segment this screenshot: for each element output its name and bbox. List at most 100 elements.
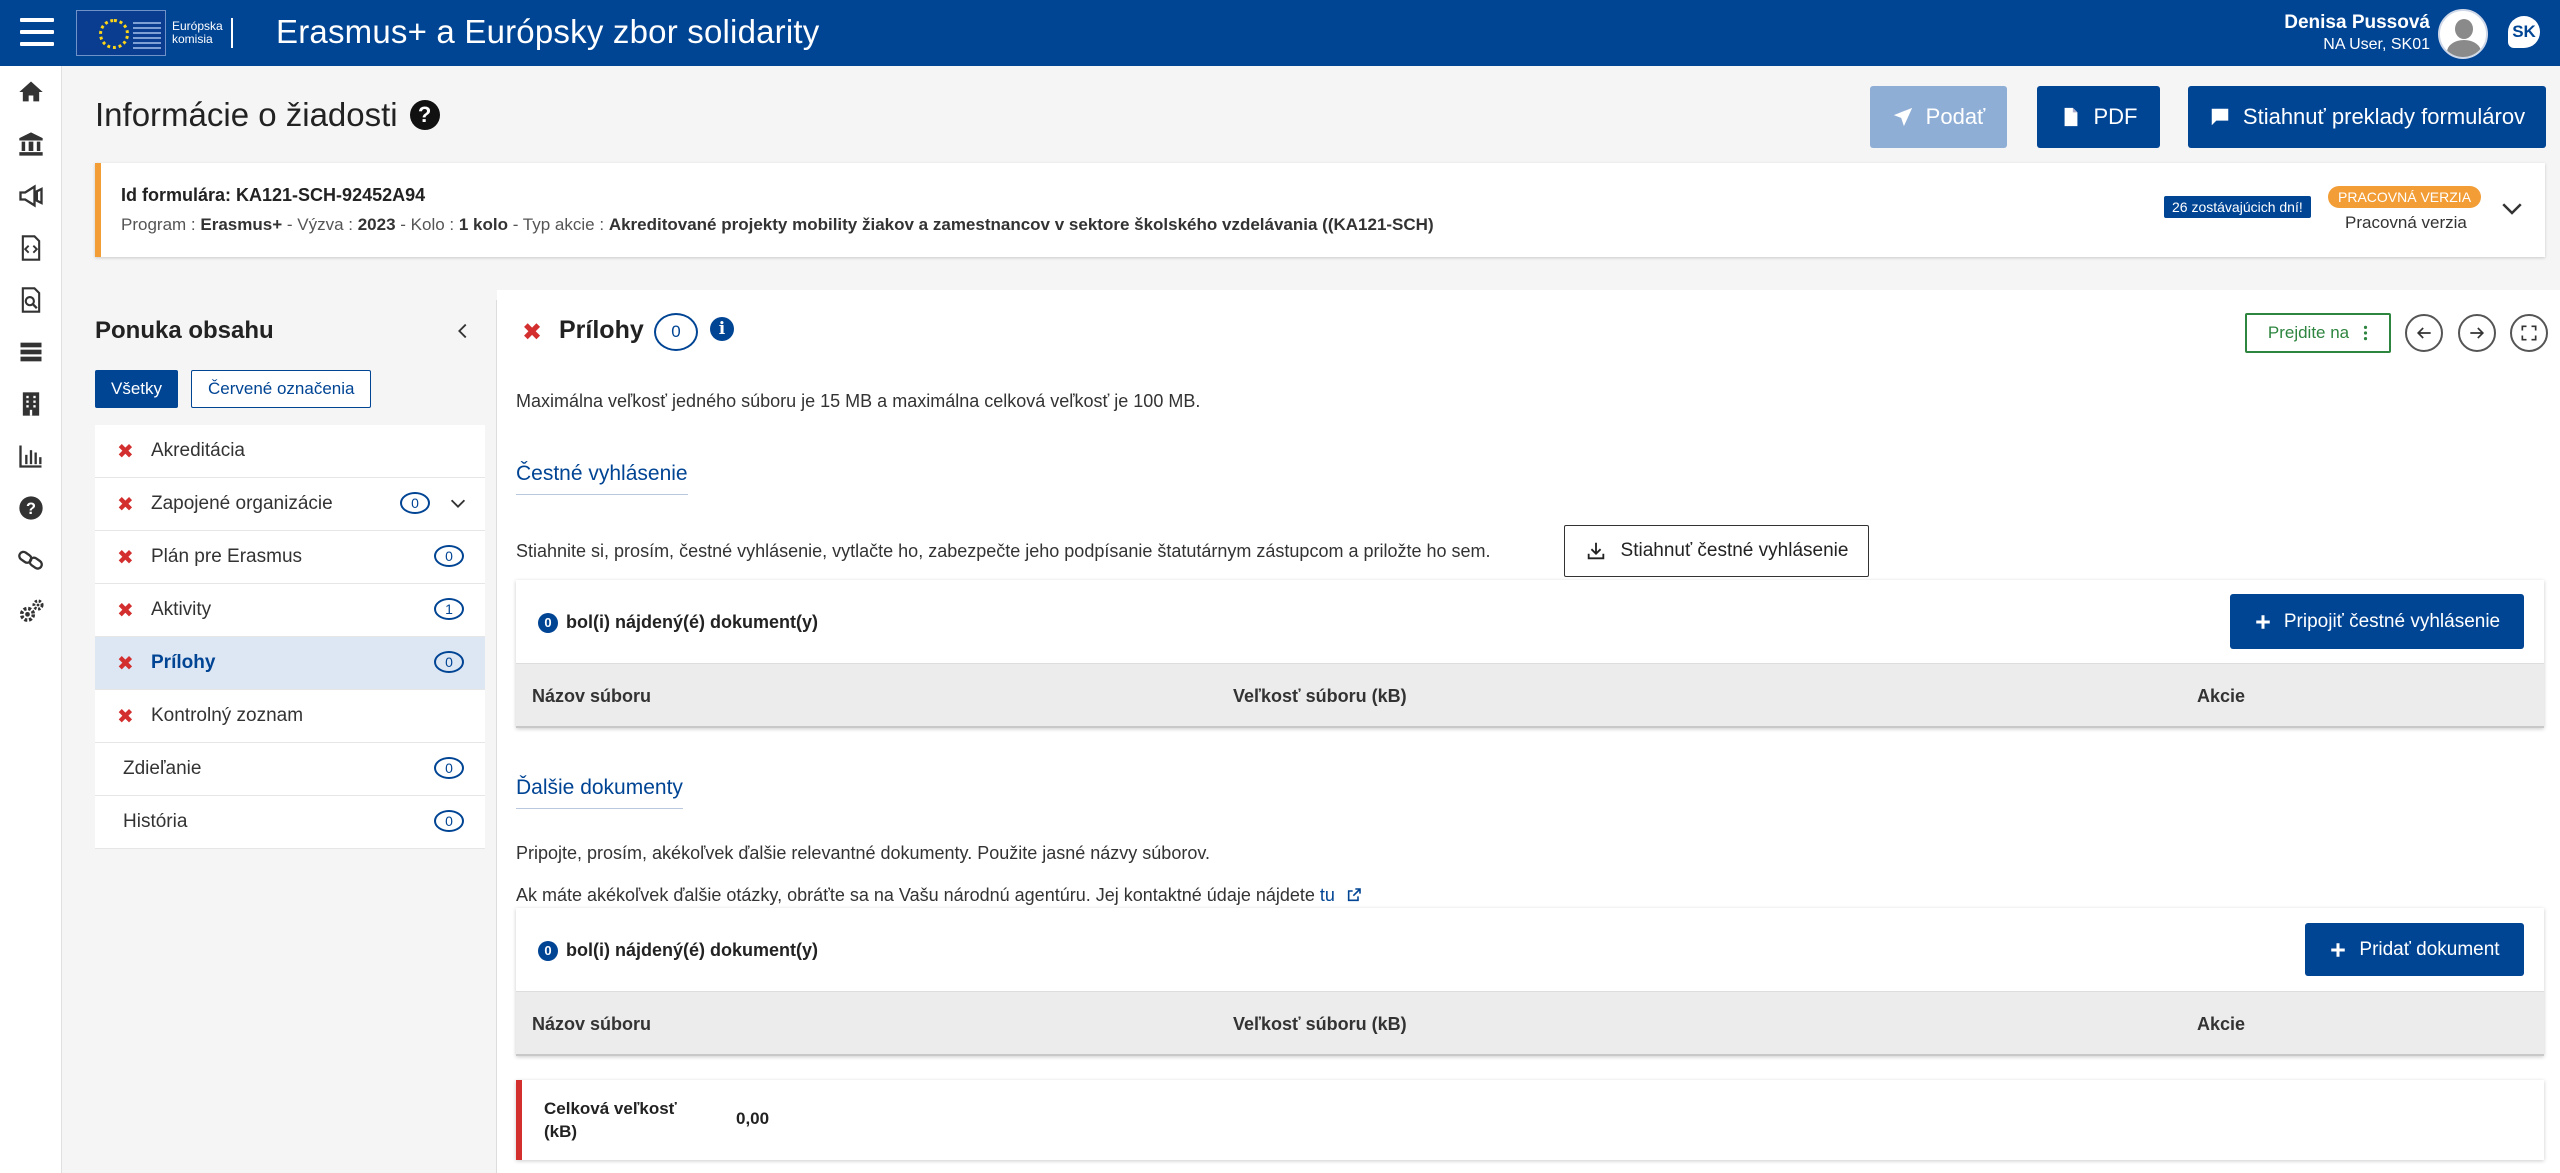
column-file-name[interactable]: Názov súboru [532,1014,651,1035]
help-icon[interactable]: ? [0,482,62,534]
logo-text: Európska komisia [172,18,233,48]
count-badge: 0 [400,492,430,514]
pdf-button[interactable]: PDF [2037,86,2160,148]
count-badge: 0 [434,757,464,779]
top-bar: Európska komisia Erasmus+ a Európsky zbo… [0,0,2560,66]
previous-section-button[interactable] [2405,314,2443,352]
total-size-label: Celková veľkosť (kB) [544,1099,677,1141]
section-title: Prílohy [559,316,644,344]
filter-red-flags-button[interactable]: Červené označenia [191,370,372,408]
menu-item-erasmus-plan[interactable]: ✖ Plán pre Erasmus 0 [95,531,485,584]
link-icon[interactable] [0,534,62,586]
plus-icon [2256,614,2270,629]
action-type-label: - Typ akcie : [512,215,605,234]
goto-button[interactable]: Prejdite na [2245,313,2391,353]
user-name: Denisa Pussová [2284,12,2430,33]
user-role: NA User, SK01 [2323,36,2430,53]
menu-item-sharing[interactable]: Zdieľanie 0 [95,743,485,796]
attach-declaration-label: Pripojiť čestné vyhlásenie [2283,610,2501,632]
column-actions: Akcie [2197,1014,2246,1034]
user-info[interactable]: Denisa Pussová NA User, SK01 [2284,12,2430,54]
program-value: Erasmus+ [200,215,283,234]
download-translations-button[interactable]: Stiahnuť preklady formulárov [2188,86,2546,148]
other-documents-title[interactable]: Ďalšie dokumenty [516,776,683,809]
menu-item-activities[interactable]: ✖ Aktivity 1 [95,584,485,637]
column-file-size[interactable]: Veľkosť súboru (kB) [1233,1014,1407,1035]
list-icon[interactable] [0,326,62,378]
menu-item-label: História [123,811,188,832]
column-actions: Akcie [2197,686,2246,706]
menu-item-label: Zdieľanie [123,758,202,779]
declaration-instructions: Stiahnite si, prosím, čestné vyhlásenie,… [516,541,1491,561]
settings-icon[interactable] [0,586,62,638]
content-menu-title: Ponuka obsahu [95,317,274,344]
declaration-documents-table: 0 bol(i) nájdený(é) dokument(y) Pripojiť… [516,580,2544,728]
language-selector[interactable]: SK [2508,16,2540,48]
other-documents-table: 0 bol(i) nájdený(é) dokument(y) Pridať d… [516,908,2544,1056]
fullscreen-button[interactable] [2510,314,2548,352]
european-commission-logo[interactable]: Európska komisia [76,10,233,56]
error-icon: ✖ [117,705,134,728]
total-size-value: 0,00 [736,1109,770,1128]
megaphone-icon[interactable] [0,170,62,222]
days-remaining-badge: 26 zostávajúcich dní! [2164,196,2311,218]
help-circle-icon[interactable]: ? [409,100,440,130]
count-badge: 0 [434,810,464,832]
arrow-left-icon [2416,327,2431,339]
building-icon[interactable] [0,378,62,430]
bar-chart-icon[interactable] [0,430,62,482]
count-badge: 0 [434,545,464,567]
document-search-icon[interactable] [0,274,62,326]
menu-item-history[interactable]: História 0 [95,796,485,849]
chevron-down-icon[interactable] [447,492,469,514]
found-count-badge: 0 [538,612,558,633]
code-document-icon[interactable] [0,222,62,274]
action-type-value: Akreditované projekty mobility žiakov a … [608,215,1434,234]
declaration-title[interactable]: Čestné vyhlásenie [516,462,688,495]
info-icon[interactable]: i [710,317,734,341]
menu-item-organisations[interactable]: ✖ Zapojené organizácie 0 [95,478,485,531]
form-id-value: KA121-SCH-92452A94 [236,185,426,205]
plus-icon [2331,942,2346,957]
send-icon [1893,107,1912,127]
round-value: 1 kolo [458,215,508,234]
form-meta: Program : Erasmus+ - Výzva : 2023 - Kolo… [121,215,1434,235]
menu-item-checklist[interactable]: ✖ Kontrolný zoznam [95,690,485,743]
hamburger-menu-icon[interactable] [20,18,54,46]
next-section-button[interactable] [2458,314,2496,352]
menu-item-label: Zapojené organizácie [151,493,333,514]
comment-icon [2211,108,2229,126]
chevron-left-icon[interactable] [452,318,474,344]
goto-button-label: Prejdite na [2267,323,2350,342]
attach-declaration-button[interactable]: Pripojiť čestné vyhlásenie [2230,594,2524,649]
download-declaration-button[interactable]: Stiahnuť čestné vyhlásenie [1564,525,1869,577]
pdf-button-label: PDF [2093,104,2138,129]
program-label: Program : [121,215,196,234]
external-link-icon[interactable] [1346,887,1362,903]
error-icon: ✖ [117,440,134,463]
menu-item-attachments[interactable]: ✖ Prílohy 0 [95,637,485,690]
menu-item-label: Akreditácia [151,440,245,461]
column-file-size[interactable]: Veľkosť súboru (kB) [1233,686,1407,707]
found-count: 0 bol(i) nájdený(é) dokument(y) [538,940,818,961]
submit-button[interactable]: Podať [1870,86,2007,148]
form-info-banner: Id formulára: KA121-SCH-92452A94 Program… [95,163,2545,257]
count-badge: 0 [434,651,464,673]
add-document-button[interactable]: Pridať dokument [2305,923,2524,976]
page-title: Informácie o žiadosti ? [95,96,440,134]
add-document-label: Pridať dokument [2359,938,2500,960]
found-count-text: bol(i) nájdený(é) dokument(y) [566,940,818,960]
form-id-label: Id formulára: [121,185,232,205]
chevron-down-icon[interactable] [2497,193,2527,223]
home-icon[interactable] [0,66,62,118]
found-count-badge: 0 [538,940,558,961]
filter-all-button[interactable]: Všetky [95,370,179,408]
menu-item-label: Kontrolný zoznam [151,705,304,726]
contact-link[interactable]: tu [1320,885,1335,905]
form-id: Id formulára: KA121-SCH-92452A94 [121,185,425,206]
avatar[interactable] [2438,9,2488,59]
column-file-name[interactable]: Názov súboru [532,686,651,707]
menu-item-accreditation[interactable]: ✖ Akreditácia [95,425,485,478]
institution-icon[interactable] [0,118,62,170]
svg-text:?: ? [26,500,36,518]
